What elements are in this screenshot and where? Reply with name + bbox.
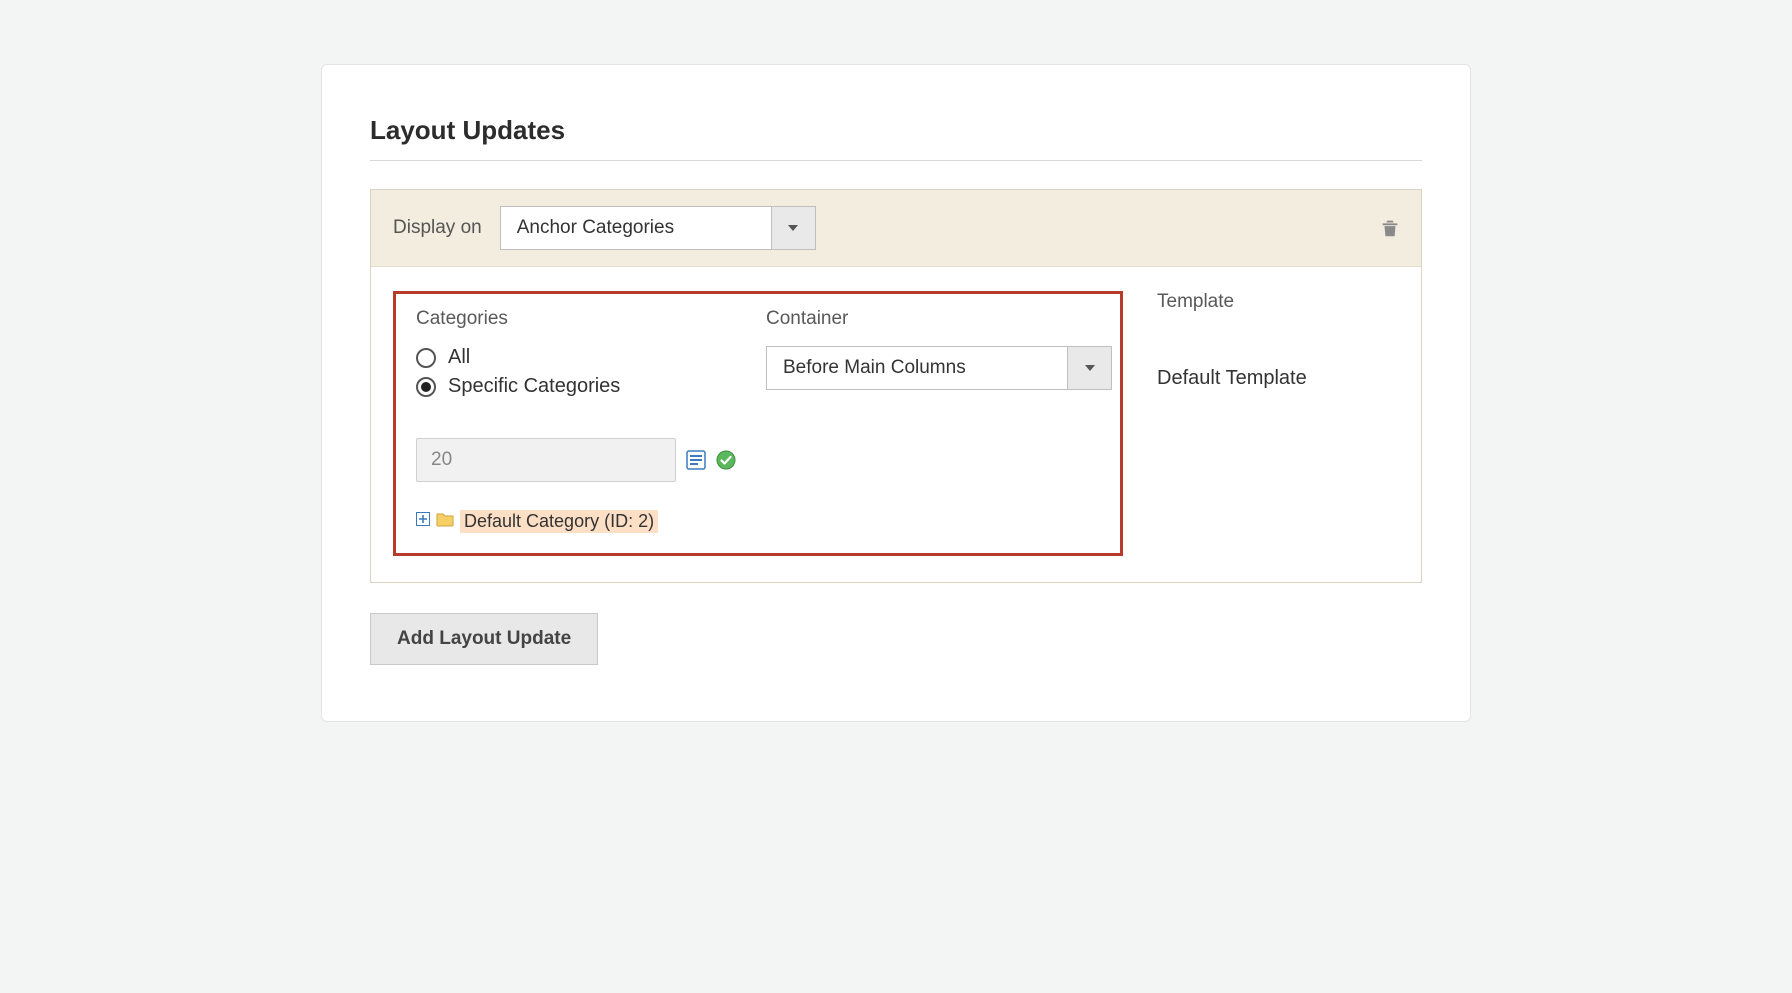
display-on-select[interactable]: Anchor Categories [500,206,816,250]
container-select[interactable]: Before Main Columns [766,346,1112,390]
category-tree-node[interactable]: Default Category (ID: 2) [416,510,716,533]
radio-specific[interactable]: Specific Categories [416,375,716,398]
chooser-icon[interactable] [686,449,706,471]
layout-update-block: Display on Anchor Categories Categories … [370,189,1422,583]
container-value: Before Main Columns [767,347,1067,389]
categories-column: Categories All Specific Categories [416,308,716,533]
display-on-value: Anchor Categories [501,207,771,249]
chevron-down-icon[interactable] [1067,347,1111,389]
radio-all[interactable]: All [416,346,716,369]
folder-icon [436,511,454,532]
layout-updates-card: Layout Updates Display on Anchor Categor… [321,64,1471,722]
template-label: Template [1157,291,1307,313]
section-title: Layout Updates [370,115,1422,160]
layout-update-body: Categories All Specific Categories [371,267,1421,582]
template-column: Template Default Template [1123,291,1307,556]
category-id-row [416,438,716,482]
trash-icon[interactable] [1377,215,1403,241]
display-on-label: Display on [393,217,482,239]
tree-node-label: Default Category (ID: 2) [460,510,658,533]
radio-specific-label: Specific Categories [448,375,620,398]
radio-all-label: All [448,346,470,369]
highlighted-region: Categories All Specific Categories [393,291,1123,556]
divider [370,160,1422,161]
chevron-down-icon[interactable] [771,207,815,249]
radio-icon [416,348,436,368]
container-label: Container [766,308,1112,330]
template-value: Default Template [1157,367,1307,390]
container-column: Container Before Main Columns [766,308,1112,533]
add-layout-update-button[interactable]: Add Layout Update [370,613,598,665]
layout-update-header: Display on Anchor Categories [371,190,1421,267]
categories-label: Categories [416,308,716,330]
expand-plus-icon[interactable] [416,512,430,531]
radio-icon [416,377,436,397]
category-id-input[interactable] [416,438,676,482]
check-circle-icon[interactable] [716,449,736,471]
